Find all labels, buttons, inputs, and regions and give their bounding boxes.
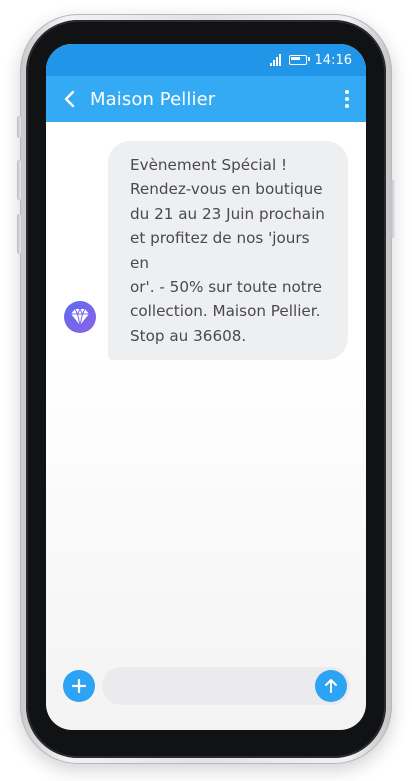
plus-icon	[71, 678, 87, 694]
side-button-volume-down	[17, 214, 21, 254]
message-input-container	[102, 667, 350, 707]
arrow-up-icon	[325, 679, 337, 693]
chevron-left-icon[interactable]	[52, 76, 86, 122]
composer	[46, 666, 366, 707]
message-input[interactable]	[116, 667, 310, 707]
side-button-mute	[17, 116, 21, 138]
status-indicators: 14:16	[269, 44, 352, 76]
send-button[interactable]	[315, 670, 347, 702]
more-vert-icon[interactable]	[332, 76, 362, 122]
battery-icon	[288, 55, 310, 65]
stage: 14:16 Maison Pellier Evènement Spécial !…	[0, 0, 412, 781]
message-bubble: Evènement Spécial ! Rendez-vous en bouti…	[108, 141, 348, 361]
diamond-icon	[71, 308, 89, 326]
status-bar: 14:16	[46, 44, 366, 76]
conversation-title: Maison Pellier	[90, 88, 216, 110]
side-button-power	[391, 180, 395, 238]
avatar	[64, 301, 96, 333]
side-button-volume-up	[17, 160, 21, 200]
signal-icon	[269, 54, 281, 66]
phone-screen: 14:16 Maison Pellier Evènement Spécial !…	[46, 44, 366, 730]
app-header: Maison Pellier	[46, 76, 366, 122]
status-time: 14:16	[314, 52, 352, 68]
add-attachment-button[interactable]	[63, 670, 95, 702]
